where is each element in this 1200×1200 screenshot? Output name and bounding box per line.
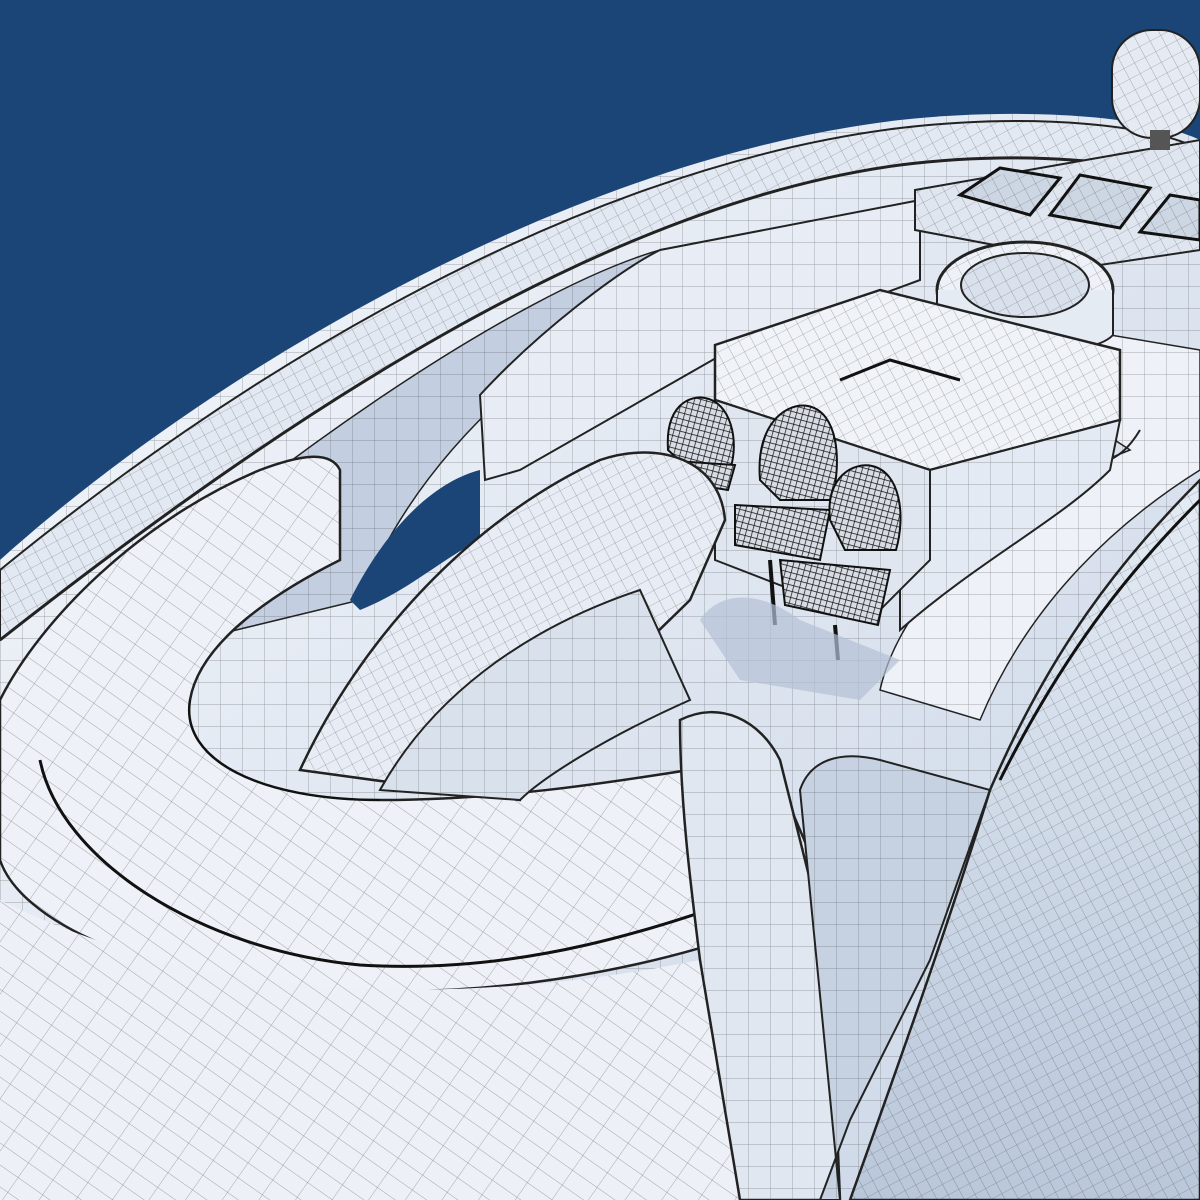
wireframe-yacht-render	[0, 0, 1200, 1200]
